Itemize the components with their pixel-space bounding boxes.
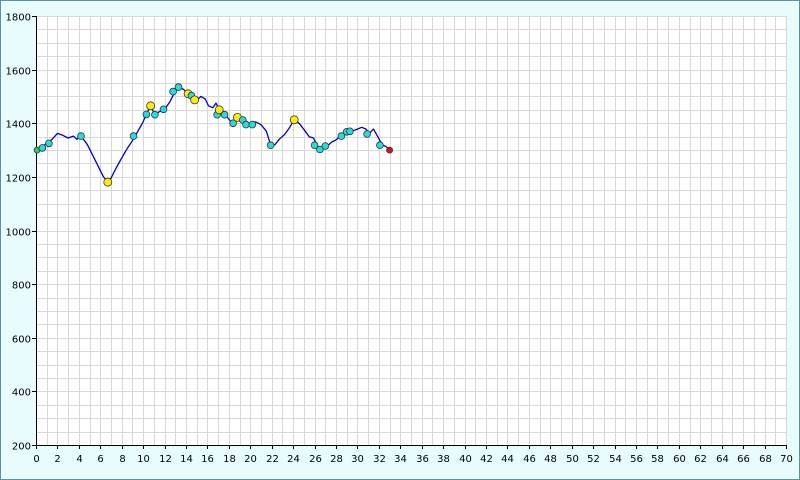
x-tick-label: 46 <box>523 454 536 465</box>
y-tick-label: 1600 <box>6 67 31 78</box>
waypoint-marker-cyan <box>77 132 85 140</box>
y-tick-labels: 200 400 600 800 1000 1200 1400 1600 1800 <box>6 13 31 453</box>
y-tick-label: 400 <box>12 388 31 399</box>
x-tick-label: 14 <box>180 454 193 465</box>
x-tick-label: 28 <box>330 454 343 465</box>
x-tick-label: 70 <box>780 454 793 465</box>
x-tick-label: 36 <box>416 454 429 465</box>
x-tick-label: 4 <box>76 454 82 465</box>
waypoint-marker-cyan <box>151 110 159 119</box>
x-tick-label: 34 <box>394 454 407 465</box>
x-tick-label: 0 <box>33 454 39 465</box>
waypoint-marker-end <box>386 146 394 154</box>
x-tick-label: 44 <box>501 454 514 465</box>
waypoint-marker-yellow <box>146 101 156 111</box>
x-tick-label: 56 <box>630 454 643 465</box>
x-tick-label: 42 <box>480 454 493 465</box>
x-tick-label: 50 <box>566 454 579 465</box>
x-tick-label: 8 <box>119 454 125 465</box>
y-tick-label: 200 <box>12 442 31 453</box>
x-tick-label: 66 <box>737 454 750 465</box>
waypoint-marker-cyan <box>220 110 229 119</box>
x-tick-label: 52 <box>587 454 600 465</box>
waypoint-marker-cyan <box>363 130 371 138</box>
waypoint-marker-cyan <box>45 139 53 148</box>
y-tick-label: 600 <box>12 335 31 346</box>
waypoint-marker-yellow <box>289 115 299 125</box>
x-tick-labels: 0 2 4 6 8 10 12 14 16 18 20 22 24 26 28 30 32 34 36 38 40 42 4… <box>33 454 793 465</box>
waypoint-marker-cyan <box>248 120 257 129</box>
x-tick-label: 38 <box>437 454 450 465</box>
x-tick-label: 6 <box>97 454 103 465</box>
x-tick-label: 12 <box>159 454 172 465</box>
x-tick-label: 40 <box>459 454 472 465</box>
x-tick-label: 58 <box>651 454 664 465</box>
x-tick-label: 68 <box>759 454 772 465</box>
waypoint-marker-yellow <box>103 177 113 187</box>
waypoint-marker-cyan <box>376 141 384 150</box>
waypoint-marker-cyan <box>266 141 275 150</box>
waypoint-marker-cyan <box>242 120 250 129</box>
x-tick-label: 54 <box>609 454 622 465</box>
x-tick-label: 48 <box>544 454 557 465</box>
x-tick-label: 20 <box>244 454 257 465</box>
waypoint-marker-yellow <box>190 95 200 105</box>
y-tick-label: 1800 <box>6 13 31 24</box>
waypoint-marker-cyan <box>38 144 47 152</box>
y-tick-label: 1400 <box>6 120 31 131</box>
x-tick-label: 18 <box>223 454 236 465</box>
x-tick-label: 16 <box>201 454 214 465</box>
x-tick-label: 2 <box>54 454 60 465</box>
x-tick-label: 64 <box>716 454 729 465</box>
waypoint-marker-cyan <box>321 142 330 150</box>
x-tick-label: 26 <box>309 454 322 465</box>
x-tick-label: 32 <box>373 454 386 465</box>
waypoint-marker-cyan <box>129 132 138 140</box>
x-tick-label: 62 <box>694 454 707 465</box>
waypoint-marker-cyan <box>346 127 354 136</box>
x-tick-label: 10 <box>137 454 150 465</box>
waypoint-marker-cyan <box>159 105 168 114</box>
x-tick-label: 22 <box>266 454 279 465</box>
y-tick-label: 1200 <box>6 174 31 185</box>
waypoint-marker-cyan <box>174 83 183 91</box>
waypoint-marker-cyan <box>142 110 151 119</box>
x-tick-label: 30 <box>351 454 364 465</box>
y-tick-label: 800 <box>12 281 31 292</box>
y-tick-label: 1000 <box>6 228 31 239</box>
x-tick-label: 24 <box>287 454 300 465</box>
elevation-chart: 0 2 4 6 8 10 12 14 16 18 20 22 24 26 28 30 32 34 36 38 40 42 4… <box>6 13 793 466</box>
x-tick-label: 60 <box>673 454 686 465</box>
